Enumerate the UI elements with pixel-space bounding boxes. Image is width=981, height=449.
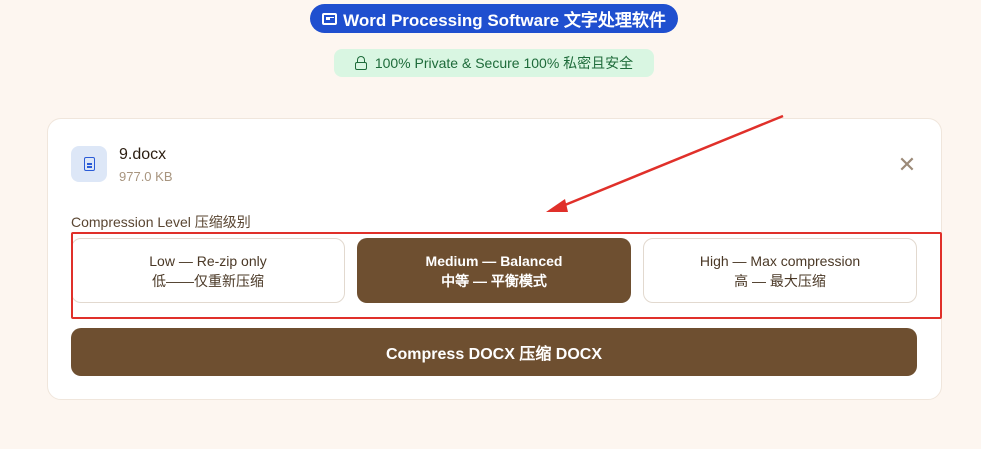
annotation-arrow [546, 114, 784, 212]
